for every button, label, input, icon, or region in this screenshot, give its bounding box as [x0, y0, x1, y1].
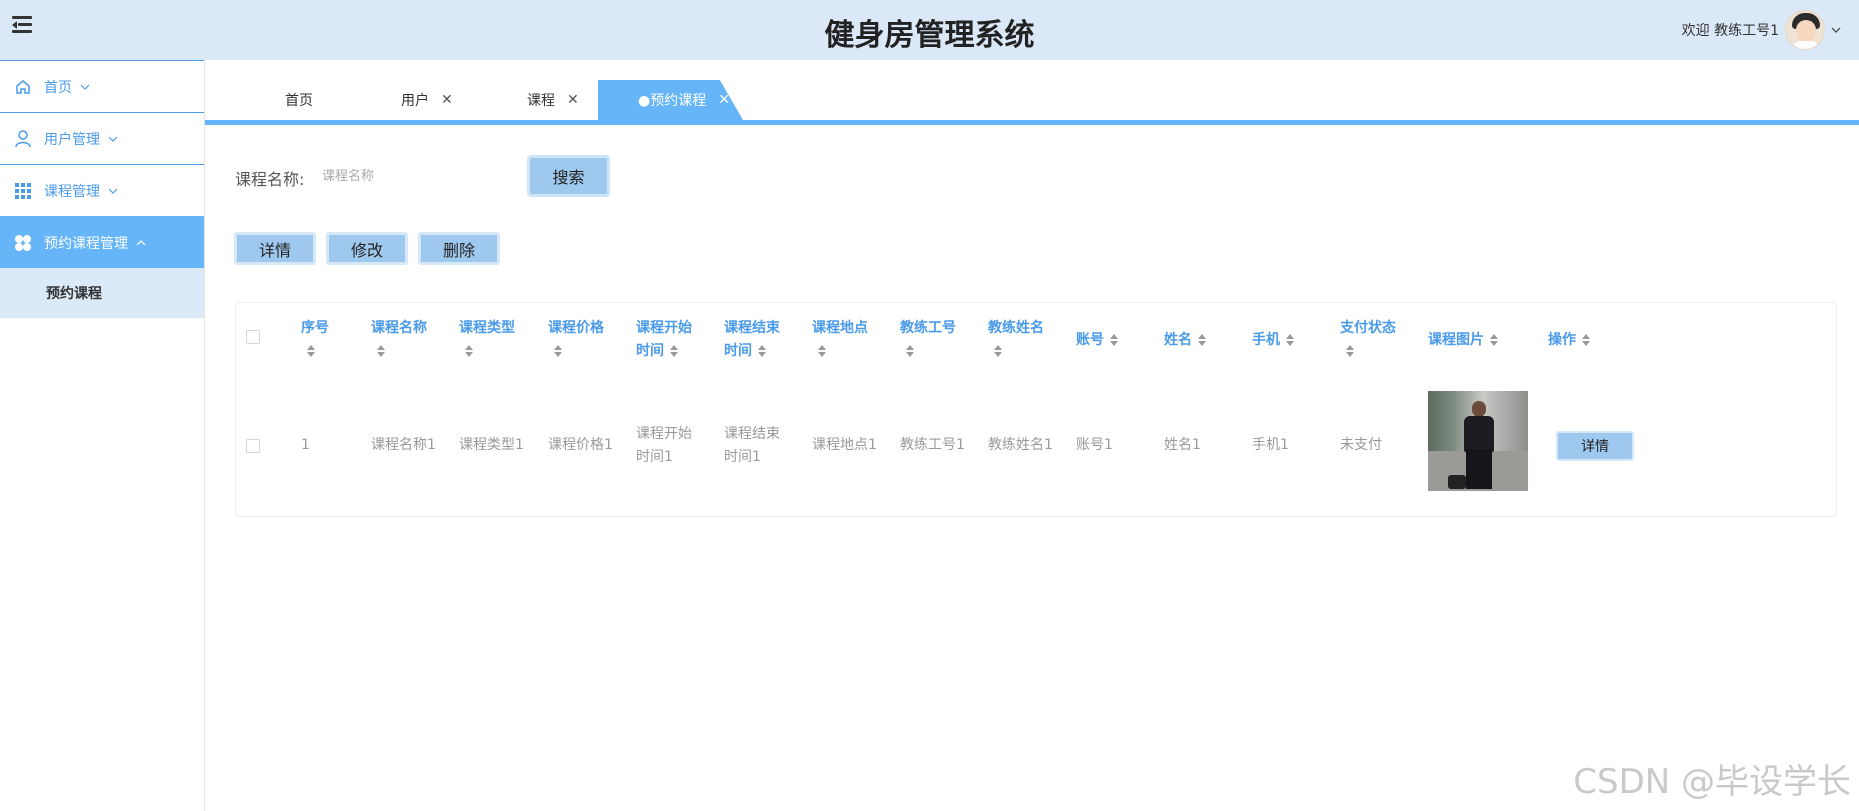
home-icon: [14, 78, 32, 96]
column-header-course-price[interactable]: 课程价格: [548, 317, 604, 363]
column-header-location[interactable]: 课程地点: [812, 317, 868, 363]
sidebar-item-user-management[interactable]: 用户管理: [0, 112, 204, 164]
chevron-up-icon: [136, 239, 146, 245]
column-header-operation[interactable]: 操作: [1548, 329, 1590, 352]
tab-home[interactable]: 首页: [285, 80, 313, 120]
tab-booking[interactable]: ●预约课程 ✕: [598, 80, 743, 120]
tab-label: ●预约课程: [638, 93, 707, 109]
user-icon: [14, 129, 32, 148]
sort-icon[interactable]: [1286, 334, 1294, 346]
sort-icon[interactable]: [1198, 334, 1206, 346]
search-label: 课程名称:: [235, 170, 305, 189]
welcome-text: 欢迎 教练工号1: [1681, 23, 1779, 39]
tab-label: 首页: [285, 93, 313, 109]
column-header-start-time[interactable]: 课程开始 时间: [636, 317, 692, 363]
tab-label: 课程: [527, 93, 555, 109]
tab-underline: [205, 120, 1859, 125]
sidebar-item-label: 课程管理: [44, 183, 100, 200]
close-icon[interactable]: ✕: [718, 92, 730, 108]
column-header-course-type[interactable]: 课程类型: [459, 317, 515, 363]
sidebar-item-label: 预约课程管理: [44, 235, 128, 252]
sort-icon[interactable]: [818, 345, 826, 357]
sort-icon[interactable]: [758, 345, 766, 357]
cell-phone: 手机1: [1252, 437, 1289, 453]
sort-icon[interactable]: [994, 345, 1002, 357]
sidebar-item-booking-management[interactable]: 预约课程管理: [0, 216, 204, 268]
sort-icon[interactable]: [307, 345, 315, 357]
sidebar-item-label: 首页: [44, 79, 72, 96]
top-header: 健身房管理系统 欢迎 教练工号1: [0, 0, 1859, 60]
cell-end-time: 课程结束 时间1: [724, 426, 780, 465]
sort-icon[interactable]: [906, 345, 914, 357]
tab-user[interactable]: 用户 ✕: [401, 80, 453, 120]
select-all-checkbox[interactable]: [246, 330, 260, 344]
column-header-index[interactable]: 序号: [301, 317, 329, 363]
sort-icon[interactable]: [1346, 345, 1354, 357]
tab-label: 用户: [401, 93, 429, 109]
row-checkbox[interactable]: [246, 439, 260, 453]
sidebar-item-label: 用户管理: [44, 131, 100, 148]
tab-course[interactable]: 课程 ✕: [527, 80, 579, 120]
chevron-down-icon: [80, 84, 90, 90]
chevron-down-icon: [108, 136, 118, 142]
chevron-down-icon[interactable]: [1831, 25, 1841, 35]
column-header-coach-id[interactable]: 教练工号: [900, 317, 956, 363]
column-header-name[interactable]: 姓名: [1164, 329, 1206, 352]
data-table: 序号 课程名称 课程类型 课程价格 课程开始 时间 课程结束 时间 课程地点 教练工…: [235, 302, 1837, 517]
column-header-course-name[interactable]: 课程名称: [371, 317, 427, 363]
search-button[interactable]: 搜索: [527, 155, 610, 197]
cell-pay-status: 未支付: [1340, 437, 1382, 453]
course-image: [1428, 391, 1528, 491]
grid-icon: [14, 182, 32, 200]
sidebar-item-course-management[interactable]: 课程管理: [0, 164, 204, 216]
close-icon[interactable]: ✕: [567, 92, 579, 108]
watermark: CSDN @毕设学长: [1573, 762, 1851, 802]
search-input[interactable]: [322, 158, 512, 194]
sort-icon[interactable]: [554, 345, 562, 357]
column-header-phone[interactable]: 手机: [1252, 329, 1294, 352]
sort-icon[interactable]: [377, 345, 385, 357]
sort-icon[interactable]: [465, 345, 473, 357]
close-icon[interactable]: ✕: [441, 92, 453, 108]
cell-course-price: 课程价格1: [548, 437, 613, 453]
cell-location: 课程地点1: [812, 437, 877, 453]
cell-course-name: 课程名称1: [371, 437, 436, 453]
column-header-coach-name[interactable]: 教练姓名: [988, 317, 1044, 363]
clover-icon: [14, 234, 32, 252]
cell-course-type: 课程类型1: [459, 437, 524, 453]
column-header-pay-status[interactable]: 支付状态: [1340, 317, 1396, 363]
column-header-account[interactable]: 账号: [1076, 329, 1118, 352]
app-title: 健身房管理系统: [824, 18, 1035, 53]
cell-name: 姓名1: [1164, 437, 1201, 453]
sidebar: 首页 用户管理 课程管理 预约课程管理 预约课程: [0, 60, 205, 811]
sort-icon[interactable]: [1490, 334, 1498, 346]
avatar[interactable]: [1785, 10, 1825, 50]
detail-button[interactable]: 详情: [234, 232, 316, 265]
cell-coach-id: 教练工号1: [900, 437, 965, 453]
tab-bar: 首页 用户 ✕ 课程 ✕ ●预约课程 ✕: [205, 60, 1859, 125]
row-detail-button[interactable]: 详情: [1556, 431, 1634, 461]
sort-icon[interactable]: [1110, 334, 1118, 346]
cell-account: 账号1: [1076, 437, 1113, 453]
sidebar-subitem-booking[interactable]: 预约课程: [0, 268, 204, 318]
sort-icon[interactable]: [1582, 334, 1590, 346]
cell-start-time: 课程开始 时间1: [636, 426, 692, 465]
column-header-end-time[interactable]: 课程结束 时间: [724, 317, 780, 363]
sidebar-item-home[interactable]: 首页: [0, 60, 204, 112]
edit-button[interactable]: 修改: [326, 232, 408, 265]
column-header-course-image[interactable]: 课程图片: [1428, 329, 1498, 352]
user-menu[interactable]: 欢迎 教练工号1: [1682, 8, 1841, 52]
delete-button[interactable]: 删除: [418, 232, 500, 265]
chevron-down-icon: [108, 188, 118, 194]
cell-index: 1: [301, 437, 310, 453]
sort-icon[interactable]: [670, 345, 678, 357]
cell-coach-name: 教练姓名1: [988, 437, 1053, 453]
